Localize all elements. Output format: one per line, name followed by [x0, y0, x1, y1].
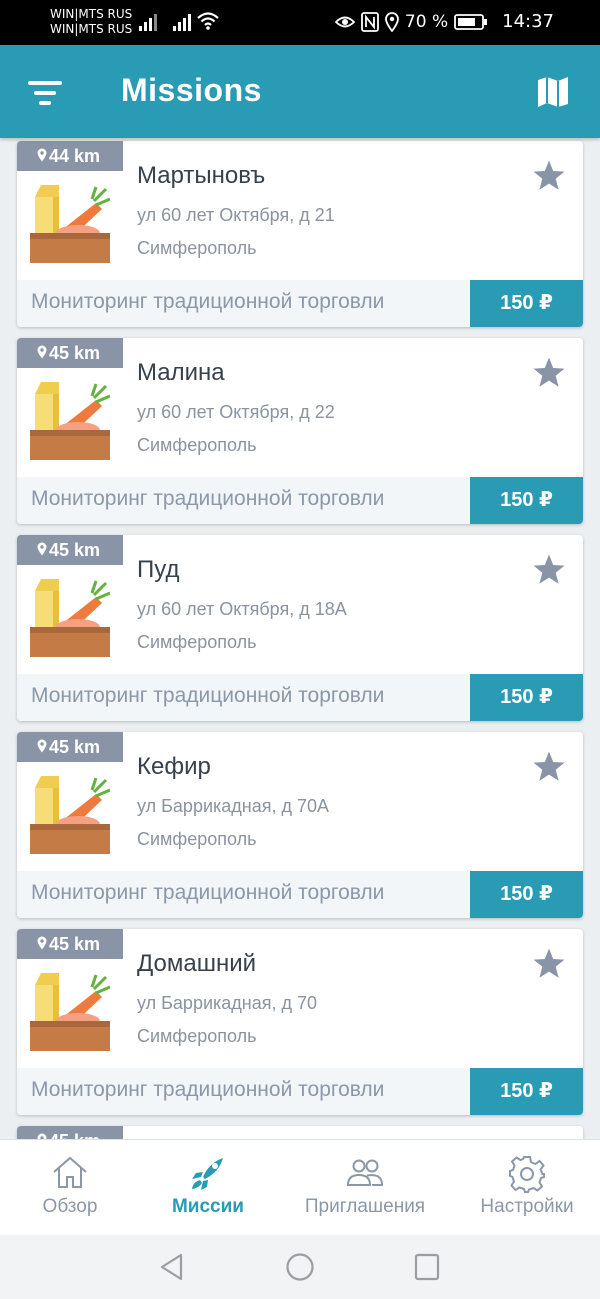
mission-name: Кефир — [137, 753, 211, 780]
distance-text: 44 km — [49, 146, 101, 166]
distance-badge: 45 km — [17, 732, 123, 762]
mission-city: Симферополь — [137, 829, 257, 849]
carrier-line-2: WIN|MTS RUS — [50, 22, 133, 36]
clock: 14:37 — [502, 11, 554, 32]
nfc-icon — [361, 11, 379, 32]
distance-text: 45 km — [49, 934, 101, 954]
grocery-thumbnail — [30, 776, 110, 854]
pin-icon — [37, 542, 47, 556]
mission-city: Симферополь — [137, 1026, 257, 1046]
battery-percent: 70 % — [404, 11, 449, 32]
mission-name: Мартыновъ — [137, 162, 266, 189]
nav-label: Приглашения — [304, 1196, 426, 1217]
mission-price: 150 ₽ — [470, 280, 583, 327]
distance-badge: 45 km — [17, 929, 123, 959]
mission-card[interactable]: 45 km Кефир ул Баррикадная, д 70А Симфер… — [17, 732, 583, 918]
mission-city: Симферополь — [137, 632, 257, 652]
nav-label: Настройки — [480, 1196, 574, 1217]
eye-icon — [334, 16, 355, 27]
mission-type: Мониторинг традиционной торговли — [31, 684, 385, 707]
favorite-star-icon[interactable] — [532, 750, 566, 784]
nav-tab-settings[interactable]: Настройки — [454, 1140, 600, 1236]
mission-card[interactable]: 44 km Мартыновъ ул 60 лет Октября, д 21 … — [17, 141, 583, 327]
filter-icon[interactable] — [26, 75, 66, 111]
mission-footer: Мониторинг традиционной торговли 150 ₽ — [17, 477, 583, 524]
favorite-star-icon[interactable] — [532, 159, 566, 193]
page-title: Missions — [121, 72, 262, 108]
home-circle-icon[interactable] — [285, 1252, 315, 1282]
distance-badge: 45 km — [17, 535, 123, 565]
mission-footer: Мониторинг традиционной торговли 150 ₽ — [17, 674, 583, 721]
mission-address: ул Баррикадная, д 70 — [137, 993, 318, 1013]
distance-text: 45 km — [49, 737, 101, 757]
grocery-thumbnail — [30, 185, 110, 263]
pin-icon — [37, 345, 47, 359]
mission-name: Домашний — [137, 950, 257, 977]
favorite-star-icon[interactable] — [532, 947, 566, 981]
mission-address: ул Баррикадная, д 70А — [137, 796, 330, 816]
carrier-line-1: WIN|MTS RUS — [50, 7, 133, 21]
mission-price: 150 ₽ — [470, 871, 583, 918]
mission-price: 150 ₽ — [470, 674, 583, 721]
distance-text: 45 km — [49, 1131, 100, 1139]
mission-address: ул 60 лет Октября, д 18А — [137, 599, 347, 619]
mission-price: 150 ₽ — [470, 477, 583, 524]
mission-card[interactable]: 45 km — [17, 1126, 583, 1139]
people-icon — [346, 1159, 384, 1186]
nav-tab-invitations[interactable]: Приглашения — [276, 1140, 454, 1236]
status-bar: WIN|MTS RUS WIN|MTS RUS 70 % 14:37 — [0, 0, 600, 45]
pin-icon — [37, 936, 47, 950]
nav-label: Обзор — [42, 1196, 98, 1217]
wifi-icon — [197, 12, 219, 30]
battery-icon — [454, 13, 488, 30]
mission-type: Мониторинг традиционной торговли — [31, 881, 385, 904]
mission-type: Мониторинг традиционной торговли — [31, 487, 385, 510]
system-navigation-bar — [0, 1235, 600, 1299]
missions-list[interactable]: 44 km Мартыновъ ул 60 лет Октября, д 21 … — [0, 138, 600, 1139]
back-icon[interactable] — [158, 1252, 186, 1282]
distance-text: 45 km — [49, 540, 101, 560]
nav-tab-overview[interactable]: Обзор — [0, 1140, 140, 1236]
mission-city: Симферополь — [137, 238, 257, 258]
location-icon — [385, 11, 399, 32]
bottom-navigation: Обзор Миссии Приглашения Настройки — [0, 1139, 600, 1235]
carrier-info: WIN|MTS RUS WIN|MTS RUS — [50, 7, 132, 37]
grocery-thumbnail — [30, 579, 110, 657]
home-icon — [53, 1156, 87, 1188]
signal-icon — [139, 14, 157, 31]
distance-badge: 44 km — [17, 141, 123, 171]
mission-name: Малина — [137, 359, 225, 386]
distance-badge: 45 km — [17, 338, 123, 368]
gear-icon — [509, 1156, 545, 1193]
grocery-thumbnail — [30, 382, 110, 460]
favorite-star-icon[interactable] — [532, 356, 566, 390]
mission-card[interactable]: 45 km Малина ул 60 лет Октября, д 22 Сим… — [17, 338, 583, 524]
distance-badge: 45 km — [17, 1126, 123, 1139]
rocket-icon — [192, 1158, 223, 1190]
mission-city: Симферополь — [137, 435, 257, 455]
mission-card[interactable]: 45 km Домашний ул Баррикадная, д 70 Симф… — [17, 929, 583, 1115]
recents-icon[interactable] — [413, 1252, 441, 1282]
mission-footer: Мониторинг традиционной торговли 150 ₽ — [17, 280, 583, 327]
mission-address: ул 60 лет Октября, д 21 — [137, 205, 335, 225]
distance-text: 45 km — [49, 343, 101, 363]
mission-name: Пуд — [137, 556, 180, 583]
favorite-star-icon[interactable] — [532, 553, 566, 587]
mission-footer: Мониторинг традиционной торговли 150 ₽ — [17, 871, 583, 918]
map-icon[interactable] — [536, 75, 570, 109]
grocery-thumbnail — [30, 973, 110, 1051]
nav-tab-missions[interactable]: Миссии — [140, 1140, 276, 1236]
mission-type: Мониторинг традиционной торговли — [31, 1078, 385, 1101]
mission-type: Мониторинг традиционной торговли — [31, 290, 385, 313]
mission-address: ул 60 лет Октября, д 22 — [137, 402, 335, 422]
mission-footer: Мониторинг традиционной торговли 150 ₽ — [17, 1068, 583, 1115]
pin-icon — [37, 739, 47, 753]
mission-card[interactable]: 45 km Пуд ул 60 лет Октября, д 18А Симфе… — [17, 535, 583, 721]
app-bar: Missions — [0, 45, 600, 138]
signal-icon — [173, 14, 191, 31]
nav-label: Миссии — [171, 1196, 244, 1217]
mission-price: 150 ₽ — [470, 1068, 583, 1115]
pin-icon — [37, 148, 47, 162]
